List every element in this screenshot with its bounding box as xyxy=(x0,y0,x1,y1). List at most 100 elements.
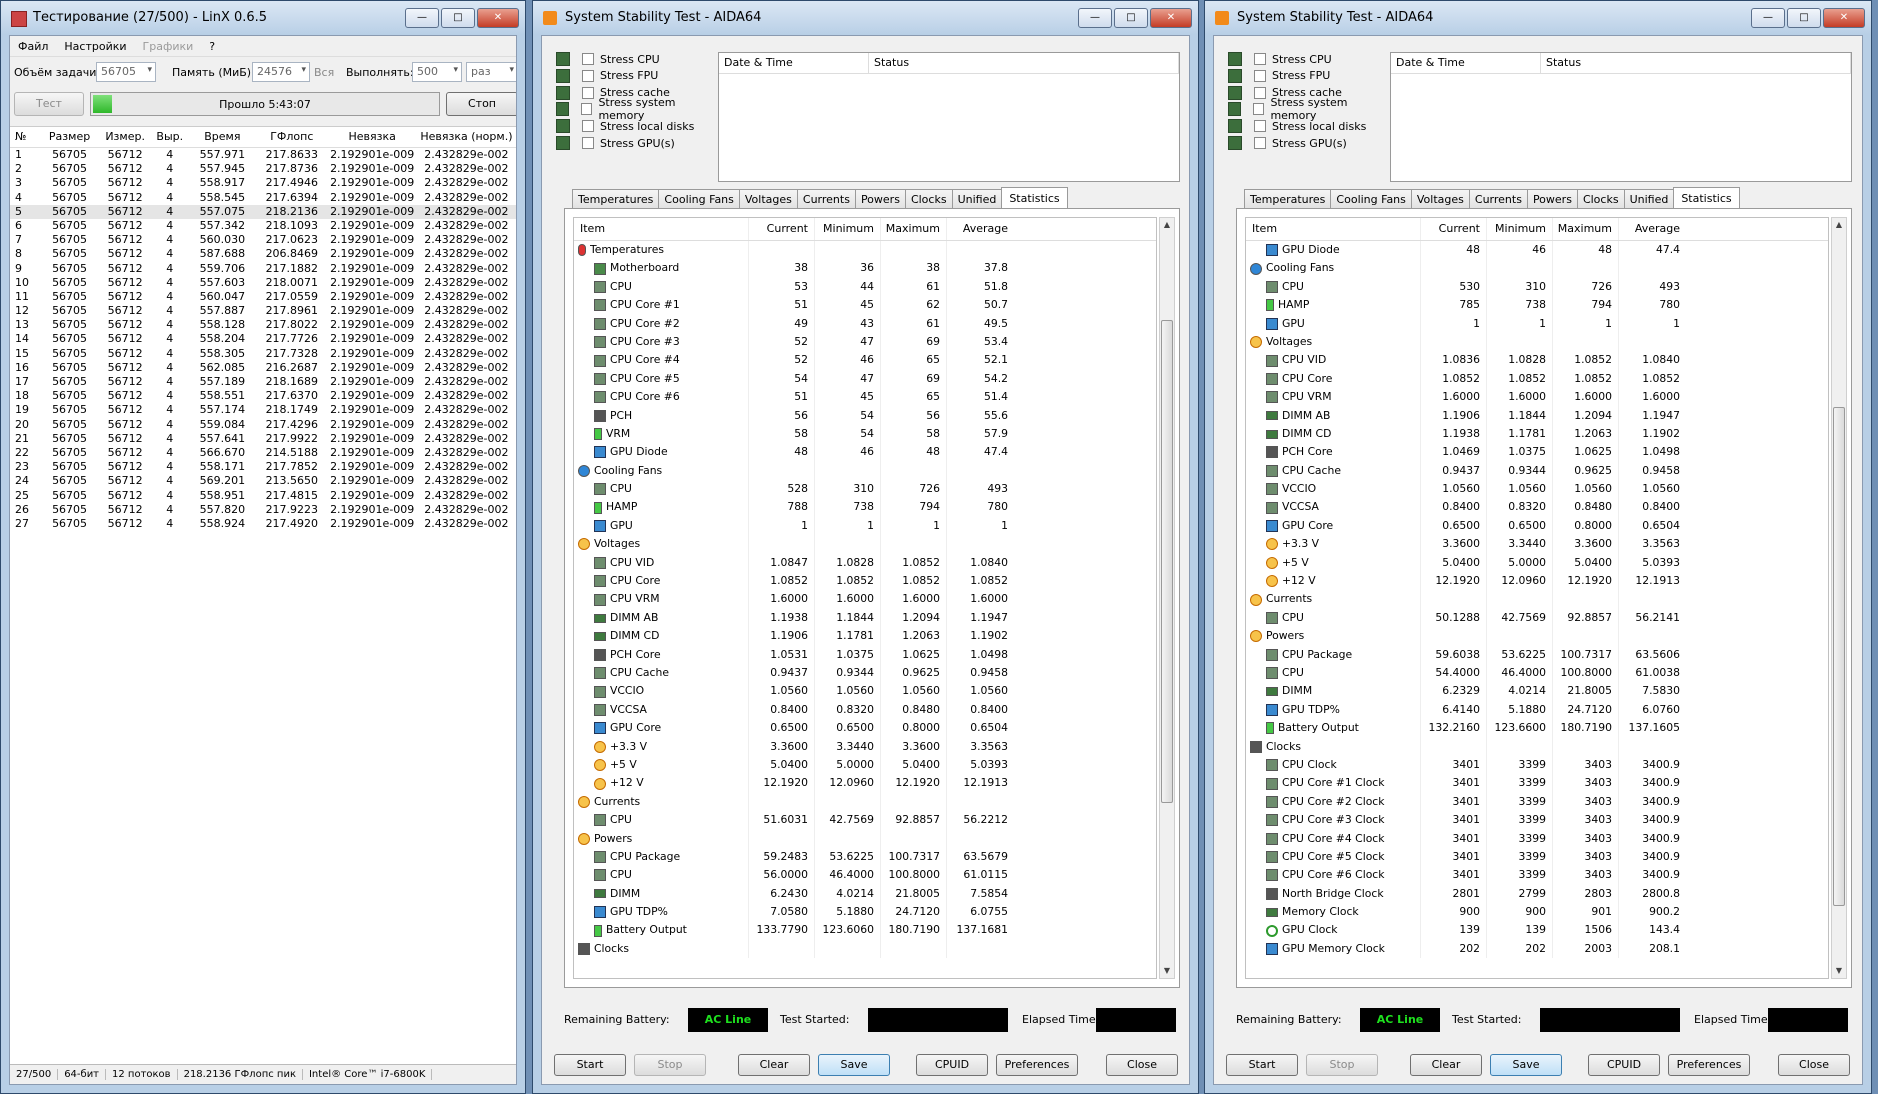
stress-checkbox[interactable] xyxy=(582,137,594,149)
scroll-thumb[interactable] xyxy=(1833,407,1845,906)
tab-currents[interactable]: Currents xyxy=(1468,189,1528,208)
table-row[interactable]: 22 56705 56712 4 566.670 214.5188 2.192901e-00… xyxy=(10,446,516,460)
close-window-button[interactable]: ✕ xyxy=(1150,8,1192,28)
stress-option[interactable]: Stress GPU(s) xyxy=(1228,134,1347,152)
stress-option[interactable]: Stress GPU(s) xyxy=(556,134,675,152)
sensor-row[interactable]: GPU Clock 139 139 1506 143.4 xyxy=(1246,921,1828,940)
col-average[interactable]: Average xyxy=(946,218,1014,240)
table-row[interactable]: 27 56705 56712 4 558.924 217.4920 2.192901e-00… xyxy=(10,517,516,531)
stress-option[interactable]: Stress local disks xyxy=(556,117,694,135)
sensor-row[interactable]: CPU Core 1.0852 1.0852 1.0852 1.0852 xyxy=(574,572,1156,591)
sensor-row[interactable]: CPU 56.0000 46.4000 100.8000 61.0115 xyxy=(574,866,1156,885)
sensor-row[interactable]: +3.3 V 3.3600 3.3440 3.3600 3.3563 xyxy=(1246,535,1828,554)
sensor-row[interactable]: CPU VID 1.0836 1.0828 1.0852 1.0840 xyxy=(1246,351,1828,370)
group-row[interactable]: Clocks xyxy=(1246,737,1828,756)
table-row[interactable]: 2 56705 56712 4 557.945 217.8736 2.192901e-009… xyxy=(10,162,516,176)
run-unit-combo[interactable]: раз xyxy=(466,62,516,82)
col-minimum[interactable]: Minimum xyxy=(1486,218,1552,240)
statistics-scrollbar[interactable]: ▲ ▼ xyxy=(1831,217,1847,979)
tab-cooling-fans[interactable]: Cooling Fans xyxy=(658,189,740,208)
preferences-button[interactable]: Preferences xyxy=(996,1054,1078,1076)
sensor-row[interactable]: VCCIO 1.0560 1.0560 1.0560 1.0560 xyxy=(1246,480,1828,499)
sensor-row[interactable]: Motherboard 38 36 38 37.8 xyxy=(574,259,1156,278)
group-row[interactable]: Voltages xyxy=(1246,332,1828,352)
sensor-row[interactable]: DIMM AB 1.1906 1.1844 1.2094 1.1947 xyxy=(1246,406,1828,425)
sensor-row[interactable]: DIMM AB 1.1938 1.1844 1.2094 1.1947 xyxy=(574,608,1156,628)
sensor-row[interactable]: Battery Output 132.2160 123.6600 180.7190 13… xyxy=(1246,719,1828,738)
sensor-row[interactable]: CPU Core #1 51 45 62 50.7 xyxy=(574,296,1156,315)
sensor-row[interactable]: CPU 54.4000 46.4000 100.8000 61.0038 xyxy=(1246,663,1828,683)
stress-checkbox[interactable] xyxy=(1253,103,1265,116)
tab-statistics[interactable]: Statistics xyxy=(1673,187,1740,209)
menu-settings[interactable]: Настройки xyxy=(56,40,134,53)
table-row[interactable]: 20 56705 56712 4 559.084 217.4296 2.192901e-00… xyxy=(10,418,516,432)
sensor-row[interactable]: CPU 528 310 726 493 xyxy=(574,480,1156,499)
test-button[interactable]: Тест xyxy=(14,92,84,116)
table-row[interactable]: 3 56705 56712 4 558.917 217.4946 2.192901e-009… xyxy=(10,176,516,190)
table-row[interactable]: 10 56705 56712 4 557.603 218.0071 2.192901e-00… xyxy=(10,276,516,290)
tab-powers[interactable]: Powers xyxy=(854,189,906,208)
stress-checkbox[interactable] xyxy=(582,86,594,99)
sensor-row[interactable]: CPU VRM 1.6000 1.6000 1.6000 1.6000 xyxy=(574,590,1156,609)
col-header[interactable]: Измер. xyxy=(99,127,151,147)
table-row[interactable]: 13 56705 56712 4 558.128 217.8022 2.192901e-00… xyxy=(10,318,516,332)
table-row[interactable]: 11 56705 56712 4 560.047 217.0559 2.192901e-00… xyxy=(10,290,516,304)
sensor-row[interactable]: DIMM CD 1.1938 1.1781 1.2063 1.1902 xyxy=(1246,424,1828,444)
maximize-button[interactable]: □ xyxy=(1114,8,1148,28)
maximize-button[interactable]: □ xyxy=(1787,8,1821,28)
tab-statistics[interactable]: Statistics xyxy=(1001,187,1068,209)
sensor-row[interactable]: VCCSA 0.8400 0.8320 0.8480 0.8400 xyxy=(1246,498,1828,517)
sensor-row[interactable]: CPU 530 310 726 493 xyxy=(1246,277,1828,297)
sensor-row[interactable]: PCH Core 1.0531 1.0375 1.0625 1.0498 xyxy=(574,645,1156,664)
table-row[interactable]: 26 56705 56712 4 557.820 217.9223 2.192901e-00… xyxy=(10,503,516,517)
aida-titlebar[interactable]: System Stability Test - AIDA64 — □ ✕ xyxy=(1205,1,1871,35)
sensor-row[interactable]: DIMM 6.2329 4.0214 21.8005 7.5830 xyxy=(1246,682,1828,701)
sensor-row[interactable]: CPU 53 44 61 51.8 xyxy=(574,277,1156,297)
close-window-button[interactable]: ✕ xyxy=(477,8,519,28)
sensor-row[interactable]: DIMM 6.2430 4.0214 21.8005 7.5854 xyxy=(574,884,1156,904)
col-header[interactable]: ГФлопс xyxy=(256,127,327,147)
group-row[interactable]: Temperatures xyxy=(574,241,1156,260)
sensor-row[interactable]: CPU Core #5 Clock 3401 3399 3403 3400.9 xyxy=(1246,847,1828,867)
close-window-button[interactable]: ✕ xyxy=(1823,8,1865,28)
col-maximum[interactable]: Maximum xyxy=(1552,218,1618,240)
table-row[interactable]: 12 56705 56712 4 557.887 217.8961 2.192901e-00… xyxy=(10,304,516,318)
sensor-row[interactable]: HAMP 788 738 794 780 xyxy=(574,498,1156,517)
size-combo[interactable]: 56705 xyxy=(96,62,156,82)
sensor-row[interactable]: CPU Cache 0.9437 0.9344 0.9625 0.9458 xyxy=(1246,461,1828,481)
stress-checkbox[interactable] xyxy=(1254,53,1266,65)
stress-checkbox[interactable] xyxy=(582,120,594,133)
group-row[interactable]: Voltages xyxy=(574,535,1156,554)
table-row[interactable]: 25 56705 56712 4 558.951 217.4815 2.192901e-00… xyxy=(10,489,516,503)
close-button[interactable]: Close xyxy=(1778,1054,1850,1076)
col-header[interactable]: № xyxy=(10,127,40,147)
table-row[interactable]: 8 56705 56712 4 587.688 206.8469 2.192901e-009… xyxy=(10,247,516,261)
clear-button[interactable]: Clear xyxy=(738,1054,810,1076)
sensor-row[interactable]: CPU Core #1 Clock 3401 3399 3403 3400.9 xyxy=(1246,774,1828,793)
sensor-row[interactable]: CPU Clock 3401 3399 3403 3400.9 xyxy=(1246,755,1828,775)
sensor-row[interactable]: CPU Core #6 Clock 3401 3399 3403 3400.9 xyxy=(1246,866,1828,885)
cpuid-button[interactable]: CPUID xyxy=(1588,1054,1660,1076)
tab-voltages[interactable]: Voltages xyxy=(738,189,798,208)
sensor-row[interactable]: CPU Package 59.2483 53.6225 100.7317 63.5679 xyxy=(574,847,1156,867)
scroll-up-icon[interactable]: ▲ xyxy=(1160,218,1174,232)
table-row[interactable]: 23 56705 56712 4 558.171 217.7852 2.192901e-00… xyxy=(10,460,516,474)
stress-option[interactable]: Stress FPU xyxy=(1228,67,1330,85)
sensor-row[interactable]: CPU Core #3 52 47 69 53.4 xyxy=(574,332,1156,352)
sensor-row[interactable]: VCCSA 0.8400 0.8320 0.8480 0.8400 xyxy=(574,700,1156,720)
sensor-row[interactable]: VCCIO 1.0560 1.0560 1.0560 1.0560 xyxy=(574,682,1156,701)
tab-clocks[interactable]: Clocks xyxy=(1576,189,1625,208)
sensor-row[interactable]: CPU Core #6 51 45 65 51.4 xyxy=(574,388,1156,407)
col-item[interactable]: Item xyxy=(574,218,748,240)
statistics-scrollbar[interactable]: ▲ ▼ xyxy=(1159,217,1175,979)
sensor-row[interactable]: GPU Diode 48 46 48 47.4 xyxy=(1246,241,1828,260)
group-row[interactable]: Powers xyxy=(1246,627,1828,646)
sensor-row[interactable]: GPU Memory Clock 202 202 2003 208.1 xyxy=(1246,939,1828,959)
table-row[interactable]: 15 56705 56712 4 558.305 217.7328 2.192901e-00… xyxy=(10,347,516,361)
sensor-row[interactable]: PCH 56 54 56 55.6 xyxy=(574,406,1156,425)
table-row[interactable]: 17 56705 56712 4 557.189 218.1689 2.192901e-00… xyxy=(10,375,516,389)
col-current[interactable]: Current xyxy=(748,218,814,240)
scroll-down-icon[interactable]: ▼ xyxy=(1832,964,1846,978)
tab-powers[interactable]: Powers xyxy=(1526,189,1578,208)
sensor-row[interactable]: GPU Core 0.6500 0.6500 0.8000 0.6504 xyxy=(574,719,1156,738)
